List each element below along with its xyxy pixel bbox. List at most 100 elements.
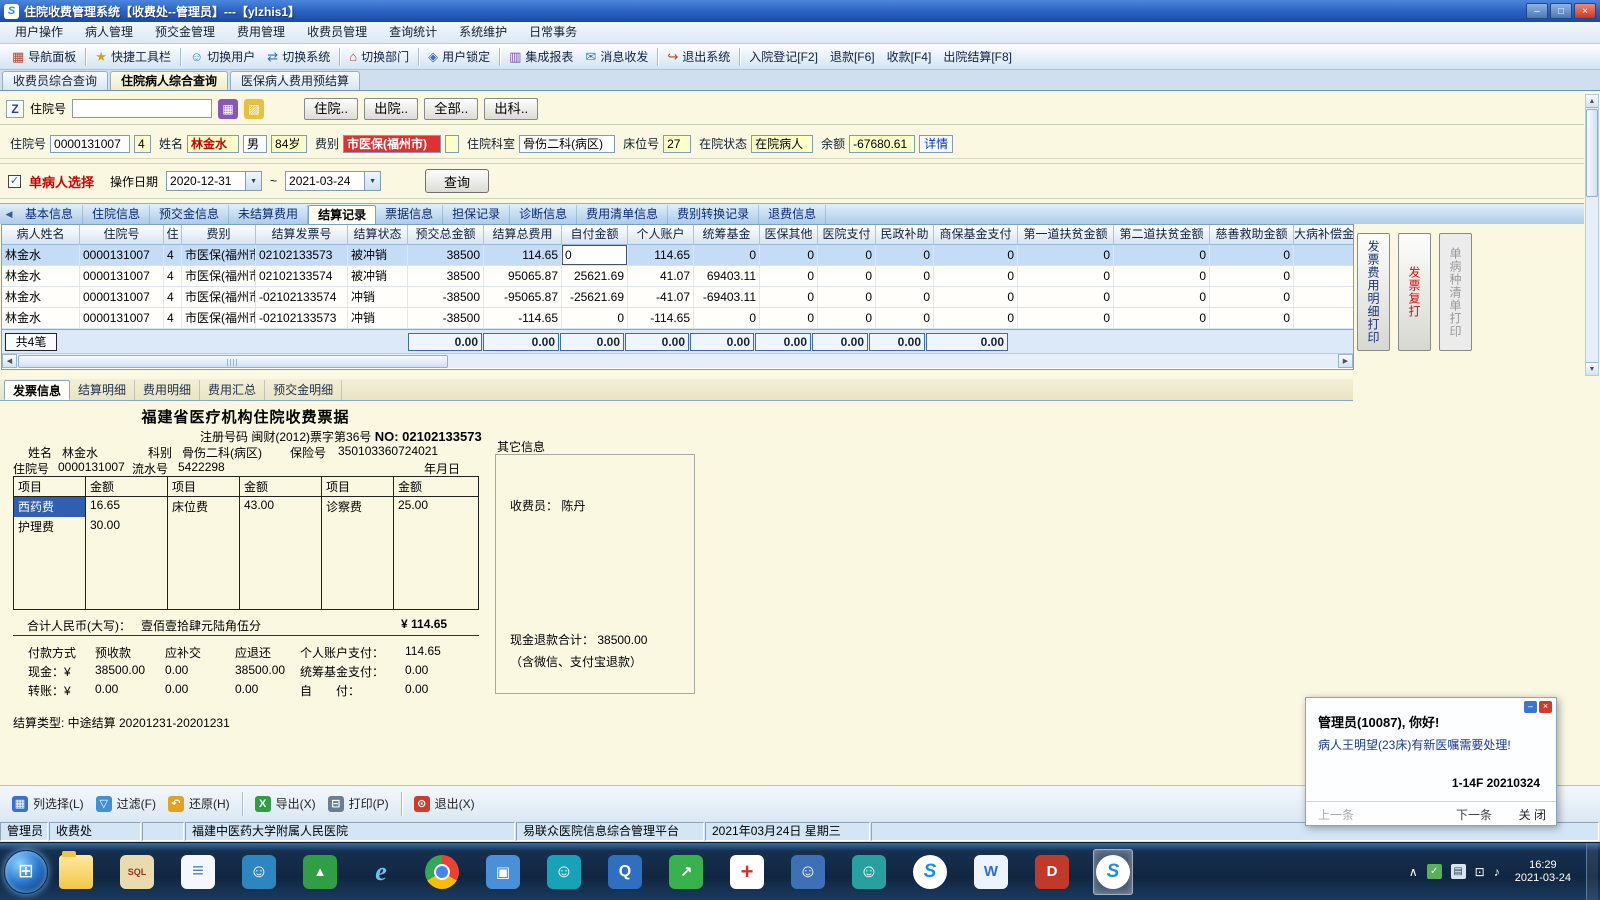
doctor-teal-app-taskbar-button[interactable]: ☺: [849, 849, 889, 895]
invoice-fee-detail-print-button[interactable]: 发票费用明细打印: [1357, 233, 1390, 351]
restore-button[interactable]: ↶还原(H): [168, 795, 230, 812]
card-lookup-icon[interactable]: ▦: [218, 99, 238, 119]
scroll-up-icon[interactable]: ▲: [1586, 95, 1598, 108]
record-tab[interactable]: 担保记录: [443, 205, 510, 224]
single-disease-list-print-button[interactable]: 单病种清单打印: [1439, 233, 1472, 351]
main-tab[interactable]: 医保病人费用预结算: [230, 71, 360, 90]
grid-row[interactable]: 林金水00001310074市医保(福州市02102133573被冲销38500…: [2, 245, 1353, 266]
filter-button[interactable]: ▽过滤(F): [96, 795, 156, 812]
z-sort-button[interactable]: Z: [6, 100, 24, 118]
grid-column-header[interactable]: 医保其他: [760, 225, 818, 245]
detail-tab[interactable]: 发票信息: [4, 380, 70, 400]
tray-app-icon[interactable]: ▤: [1451, 864, 1466, 879]
nav-panel-button[interactable]: ▦导航面板: [6, 46, 82, 68]
discharge-settle-button[interactable]: 出院结算[F8]: [937, 46, 1018, 68]
switch-user-button[interactable]: ☺切换用户: [184, 46, 261, 68]
menu-item[interactable]: 系统维护: [448, 22, 518, 43]
record-tab[interactable]: 票据信息: [376, 205, 443, 224]
record-tab[interactable]: 诊断信息: [510, 205, 577, 224]
query-button[interactable]: 查询: [425, 169, 489, 193]
chevron-up-icon[interactable]: ∧: [1409, 865, 1418, 879]
grid-row[interactable]: 林金水00001310074市医保(福州市-02102133574冲销-3850…: [2, 287, 1353, 308]
grid-column-header[interactable]: 费别: [182, 225, 256, 245]
medical-kit-taskbar-button[interactable]: +: [727, 849, 767, 895]
menu-item[interactable]: 日常事务: [518, 22, 588, 43]
date-from-select[interactable]: 2020-12-31 ▼: [166, 171, 262, 191]
volume-icon[interactable]: ♪: [1494, 865, 1500, 879]
menu-item[interactable]: 查询统计: [378, 22, 448, 43]
sql-server-taskbar-button[interactable]: SQL: [117, 849, 157, 895]
taskbar-clock[interactable]: 16:29 2021-03-24: [1509, 859, 1577, 885]
grid-column-header[interactable]: 自付金额: [562, 225, 628, 245]
grid-column-header[interactable]: 个人账户: [628, 225, 694, 245]
single-patient-checkbox[interactable]: ✓: [8, 175, 21, 188]
chrome-taskbar-button[interactable]: [422, 849, 462, 895]
scroll-down-icon[interactable]: ▼: [1586, 362, 1598, 375]
horizontal-scrollbar[interactable]: ◀ ▶: [2, 353, 1353, 368]
database-app-taskbar-button[interactable]: D: [1032, 849, 1072, 895]
grid-column-header[interactable]: 结算发票号: [256, 225, 348, 245]
antivirus-tray-icon[interactable]: ✓: [1427, 864, 1442, 879]
scrollbar-thumb[interactable]: [1586, 109, 1598, 197]
menu-item[interactable]: 收费员管理: [296, 22, 378, 43]
internet-explorer-taskbar-button[interactable]: e: [361, 849, 401, 895]
sql-query-taskbar-button[interactable]: Q: [605, 849, 645, 895]
main-tab[interactable]: 住院病人综合查询: [110, 71, 228, 90]
popup-prev-button[interactable]: 上一条: [1318, 806, 1354, 823]
invoice-reprint-button[interactable]: 发票复打: [1398, 233, 1431, 351]
notepad-taskbar-button[interactable]: ≡: [178, 849, 218, 895]
record-tab[interactable]: 结算记录: [308, 205, 376, 224]
network-icon[interactable]: ⊡: [1475, 865, 1485, 879]
nurse-app-taskbar-button[interactable]: ☺: [544, 849, 584, 895]
grid-row[interactable]: 林金水00001310074市医保(福州市02102133574被冲销38500…: [2, 266, 1353, 287]
invoice-item-name[interactable]: 西药费: [14, 497, 86, 517]
grid-row[interactable]: 林金水00001310074市医保(福州市-02102133573冲销-3850…: [2, 308, 1353, 329]
record-tab[interactable]: 住院信息: [83, 205, 150, 224]
admission-no-search-input[interactable]: [72, 99, 212, 118]
quick-toolbar-button[interactable]: ★快捷工具栏: [89, 46, 177, 68]
grid-column-header[interactable]: 第一道扶贫金额: [1018, 225, 1114, 245]
start-button[interactable]: ⊞: [4, 850, 48, 894]
export-button[interactable]: X导出(X): [255, 795, 316, 812]
invoice-item-name[interactable]: [322, 517, 394, 537]
collect-button[interactable]: 收款[F4]: [881, 46, 938, 68]
menu-item[interactable]: 预交金管理: [144, 22, 226, 43]
scroll-right-icon[interactable]: ▶: [1338, 354, 1353, 368]
patient-filter-button[interactable]: 出科..: [484, 98, 538, 120]
record-tab[interactable]: 未结算费用: [229, 205, 308, 224]
report-button[interactable]: ▥集成报表: [503, 46, 579, 68]
grid-column-header[interactable]: 商保基金支付: [934, 225, 1018, 245]
yilianzhong-logo-taskbar-button[interactable]: S: [910, 849, 950, 895]
detail-tab[interactable]: 费用汇总: [200, 380, 265, 400]
patient-detail-button[interactable]: 详情: [919, 135, 953, 153]
edit-icon[interactable]: ▨: [244, 99, 264, 119]
popup-close-icon[interactable]: ×: [1539, 701, 1552, 713]
record-tab[interactable]: 基本信息: [16, 205, 83, 224]
chart-app-taskbar-button[interactable]: ▲: [300, 849, 340, 895]
patient-filter-button[interactable]: 住院..: [304, 98, 358, 120]
patient-filter-button[interactable]: 全部..: [424, 98, 478, 120]
exit-system-button[interactable]: ↪退出系统: [661, 46, 736, 68]
invoice-item-name[interactable]: [168, 517, 240, 537]
scroll-left-icon[interactable]: ◀: [2, 354, 17, 368]
grid-column-header[interactable]: 统筹基金: [694, 225, 760, 245]
popup-next-button[interactable]: 下一条: [1456, 806, 1492, 823]
detail-tab[interactable]: 费用明细: [135, 380, 200, 400]
column-select-button[interactable]: ▦列选择(L): [12, 795, 84, 812]
user-lock-button[interactable]: ◈用户锁定: [422, 46, 496, 68]
show-desktop-button[interactable]: [1586, 843, 1598, 900]
invoice-item-name[interactable]: 诊察费: [322, 497, 394, 517]
date-to-select[interactable]: 2021-03-24 ▼: [285, 171, 381, 191]
message-button[interactable]: ✉消息收发: [579, 46, 654, 68]
print-button[interactable]: ⊟打印(P): [328, 795, 389, 812]
popup-close-button[interactable]: 关 闭: [1519, 806, 1546, 823]
record-tab[interactable]: 费用清单信息: [577, 205, 668, 224]
patient-filter-button[interactable]: 出院..: [364, 98, 418, 120]
grid-column-header[interactable]: 预交总金额: [408, 225, 484, 245]
popup-minimize-button[interactable]: –: [1524, 701, 1537, 713]
grid-column-header[interactable]: 民政补助: [876, 225, 934, 245]
menu-item[interactable]: 用户操作: [4, 22, 74, 43]
exit-button[interactable]: ⊙退出(X): [414, 795, 475, 812]
record-tab[interactable]: 退费信息: [759, 205, 826, 224]
grid-column-header[interactable]: 医院支付: [818, 225, 876, 245]
